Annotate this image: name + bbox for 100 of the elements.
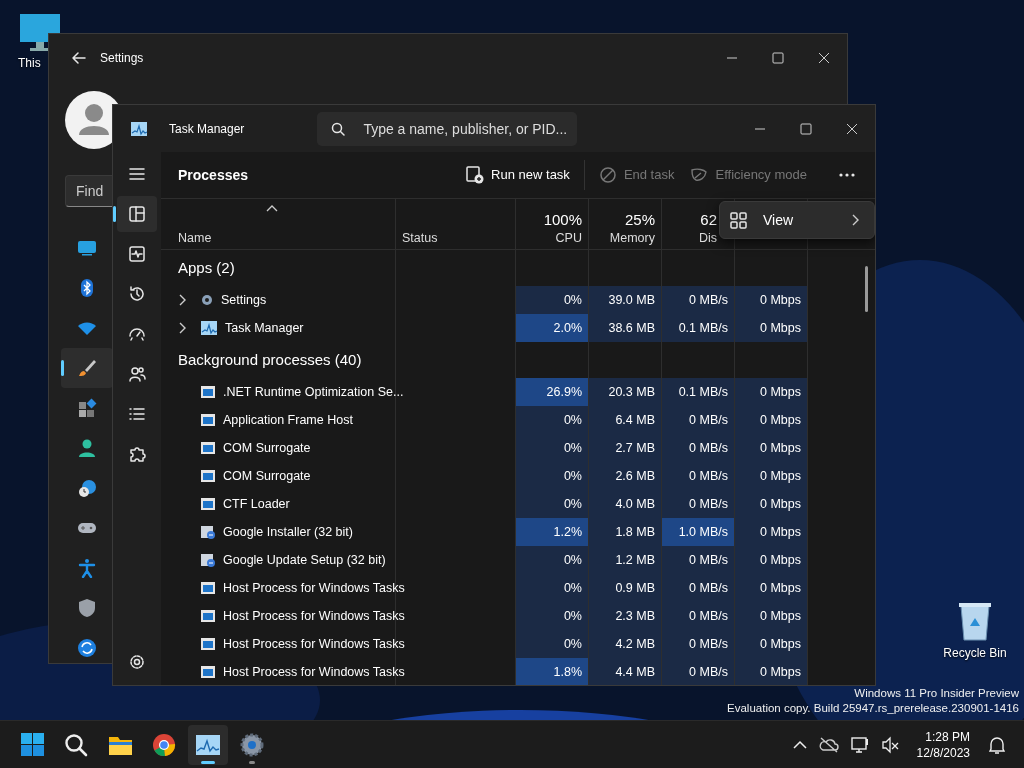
process-name[interactable]: Google Update Setup (32 bit)	[223, 552, 386, 567]
memory-cell: 2.3 MB	[589, 601, 662, 630]
search-icon	[64, 732, 88, 757]
nav-item[interactable]	[61, 348, 113, 388]
cpu-cell: 0%	[516, 405, 589, 434]
chevron-icon	[850, 214, 860, 226]
disk-cell: 0 MB/s	[662, 629, 735, 658]
taskbar-button[interactable]	[188, 724, 228, 765]
window-icon	[200, 579, 216, 596]
back-arrow-icon[interactable]	[71, 50, 87, 66]
window-icon	[200, 664, 216, 680]
window-icon	[200, 411, 216, 428]
more-icon	[839, 171, 855, 178]
column-header[interactable]: CPU	[555, 230, 582, 245]
memory-cell: 1.8 MB	[589, 517, 662, 546]
process-name[interactable]: Task Manager	[225, 320, 304, 335]
window-icon	[200, 467, 216, 484]
display-icon	[77, 238, 97, 258]
window-icon	[200, 607, 216, 624]
process-name[interactable]: Host Process for Windows Tasks	[223, 665, 405, 679]
process-name[interactable]: COM Surrogate	[223, 440, 311, 455]
cpu-cell: 0%	[516, 545, 589, 574]
leaf-icon	[690, 165, 709, 184]
refresh-icon	[77, 638, 97, 658]
context-menu-item[interactable]: View	[719, 201, 875, 239]
gauge-icon	[128, 325, 146, 343]
new-task-icon	[466, 165, 485, 184]
cpu-cell: 0%	[516, 629, 589, 658]
users-icon	[128, 365, 146, 383]
column-usage: 25%	[624, 210, 655, 228]
menu-icon	[129, 166, 145, 182]
cpu-cell: 2.0%	[516, 313, 589, 342]
cpu-cell: 0%	[516, 601, 589, 630]
process-name[interactable]: Host Process for Windows Tasks	[223, 608, 405, 623]
window-title: Task Manager	[169, 121, 245, 136]
process-name[interactable]: Host Process for Windows Tasks	[223, 580, 405, 595]
chart-icon	[195, 732, 221, 757]
pulse-icon	[128, 245, 146, 263]
brush-icon	[77, 358, 97, 378]
accessibility-icon	[77, 558, 97, 578]
column-header[interactable]: Dis	[698, 230, 717, 245]
desktop-icon-label[interactable]: This	[18, 56, 41, 70]
clock-date[interactable]: 12/8/2023	[916, 744, 970, 761]
memory-cell: 4.0 MB	[589, 489, 662, 518]
process-name[interactable]: COM Surrogate	[223, 468, 311, 483]
toolbar-button[interactable]: Run new task	[458, 158, 578, 191]
search-field[interactable]: Type a name, publisher, or PID...	[317, 111, 578, 146]
window-icon	[200, 495, 216, 512]
window-icon	[200, 383, 216, 400]
process-name[interactable]: Settings	[221, 292, 267, 307]
cpu-cell: 1.8%	[516, 658, 589, 685]
bell-icon	[988, 735, 1006, 754]
disk-cell: 1.0 MB/s	[662, 517, 735, 546]
disk-cell: 0 MB/s	[662, 601, 735, 630]
memory-cell: 2.6 MB	[589, 461, 662, 490]
maximize-icon	[799, 122, 813, 135]
clock-time[interactable]: 1:28 PM	[925, 728, 970, 745]
cpu-cell: 0%	[516, 461, 589, 490]
memory-cell: 4.4 MB	[589, 658, 662, 685]
cloud-off-icon	[818, 735, 839, 754]
desktop-icon-label[interactable]: Recycle Bin	[943, 646, 1007, 660]
apps-icon	[77, 398, 97, 418]
column-header[interactable]: Memory	[609, 230, 655, 245]
memory-cell: 0.9 MB	[589, 573, 662, 602]
network-cell: 0 Mbps	[735, 517, 808, 546]
process-name[interactable]: Application Frame Host	[223, 412, 353, 427]
network-cell: 0 Mbps	[735, 461, 808, 490]
globe-clock-icon	[77, 478, 97, 498]
cpu-cell: 1.2%	[516, 517, 589, 546]
close-icon	[817, 52, 831, 64]
network-cell: 0 Mbps	[735, 285, 808, 314]
process-name[interactable]: Google Installer (32 bit)	[223, 524, 353, 539]
group-header: Apps (2)	[178, 259, 235, 277]
column-header[interactable]: Name	[178, 230, 395, 245]
memory-cell: 38.6 MB	[589, 313, 662, 342]
disk-cell: 0.1 MB/s	[662, 313, 735, 342]
disk-cell: 0 MB/s	[662, 545, 735, 574]
column-usage: 62	[700, 210, 717, 228]
memory-cell: 1.2 MB	[589, 545, 662, 574]
scrollbar-thumb[interactable]	[865, 266, 868, 312]
installer-icon	[200, 551, 216, 568]
network-cell: 0 Mbps	[735, 601, 808, 630]
settings-icon	[129, 654, 145, 670]
network-cell: 0 Mbps	[735, 377, 808, 406]
column-header[interactable]: Status	[402, 230, 515, 245]
memory-cell: 20.3 MB	[589, 377, 662, 406]
monitor-icon	[18, 12, 62, 52]
prohibited-icon	[598, 165, 617, 184]
chevron-up-icon	[792, 739, 807, 750]
process-name[interactable]: .NET Runtime Optimization Se...	[223, 384, 404, 399]
disk-cell: 0.1 MB/s	[662, 377, 735, 406]
gear-icon	[200, 292, 214, 307]
memory-cell: 39.0 MB	[589, 285, 662, 314]
cpu-cell: 0%	[516, 433, 589, 462]
process-name[interactable]: CTF Loader	[223, 496, 290, 511]
disk-cell: 0 MB/s	[662, 285, 735, 314]
network-cell: 0 Mbps	[735, 433, 808, 462]
chrome-icon	[152, 732, 176, 757]
process-name[interactable]: Host Process for Windows Tasks	[223, 636, 405, 651]
list-icon	[128, 405, 146, 423]
